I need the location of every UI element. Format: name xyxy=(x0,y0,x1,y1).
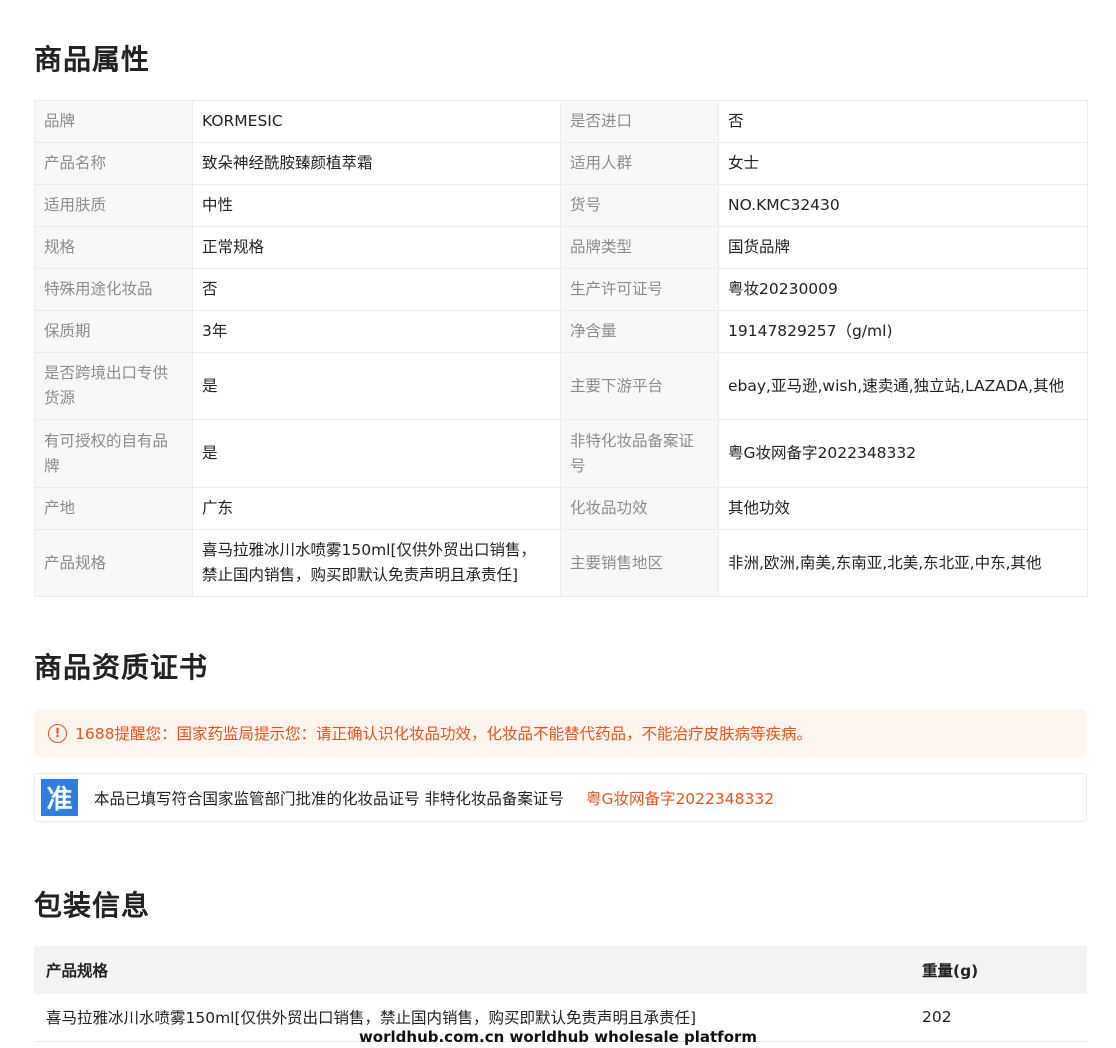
certificate-number: 粤G妆网备字2022348332 xyxy=(585,789,775,808)
attr-label: 保质期 xyxy=(34,310,193,353)
attr-value: 粤妆20230009 xyxy=(718,268,1088,311)
packaging-header-row: 产品规格 重量(g) xyxy=(34,946,1087,994)
table-row: 产品规格 喜马拉雅冰川水喷雾150ml[仅供外贸出口销售，禁止国内销售，购买即默认… xyxy=(34,529,1088,597)
attr-label: 主要销售地区 xyxy=(560,529,719,597)
attributes-section-title: 商品属性 xyxy=(34,43,151,76)
attr-value: 女士 xyxy=(718,142,1088,185)
attr-value: 中性 xyxy=(192,184,561,227)
attr-value: 致朵神经酰胺臻颜植萃霜 xyxy=(192,142,561,185)
attr-value: 广东 xyxy=(192,487,561,530)
notice-text: 1688提醒您：国家药监局提示您：请正确认识化妆品功效，化妆品不能替代药品，不能… xyxy=(75,725,812,743)
attr-label: 品牌类型 xyxy=(560,226,719,269)
regulatory-notice: ! 1688提醒您：国家药监局提示您：请正确认识化妆品功效，化妆品不能替代药品，… xyxy=(34,709,1087,757)
attr-label: 化妆品功效 xyxy=(560,487,719,530)
attr-label: 产地 xyxy=(34,487,193,530)
attr-label: 是否进口 xyxy=(560,100,719,143)
attr-value: 正常规格 xyxy=(192,226,561,269)
attr-value: NO.KMC32430 xyxy=(718,184,1088,227)
attr-value: 否 xyxy=(718,100,1088,143)
table-row: 是否跨境出口专供货源是主要下游平台 ebay,亚马逊,wish,速卖通,独立站,L… xyxy=(34,352,1088,420)
attr-value: 是 xyxy=(192,352,561,420)
table-row: 产地 广东 化妆品功效 其他功效 xyxy=(34,487,1088,530)
attr-value: 喜马拉雅冰川水喷雾150ml[仅供外贸出口销售，禁止国内销售，购买即默认免责声明… xyxy=(192,529,561,597)
watermark-text: worldhub.com.cn worldhub wholesale platf… xyxy=(358,1028,758,1046)
attr-label: 适用人群 xyxy=(560,142,719,185)
attr-label: 货号 xyxy=(560,184,719,227)
table-row: 规格 正常规格 品牌类型 国货品牌 xyxy=(34,226,1088,269)
packaging-section-title: 包装信息 xyxy=(34,889,151,922)
attr-value: 国货品牌 xyxy=(718,226,1088,269)
attr-value: KORMESIC xyxy=(192,100,561,143)
attr-label: 适用肤质 xyxy=(34,184,193,227)
attr-label: 特殊用途化妆品 xyxy=(34,268,193,311)
table-row: 保质期 3年 净含量 19147829257（g/ml) xyxy=(34,310,1088,353)
attr-value: 19147829257（g/ml) xyxy=(718,310,1088,353)
attr-label: 是否跨境出口专供货源 xyxy=(34,352,193,420)
attr-label: 规格 xyxy=(34,226,193,269)
table-row: 品牌 KORMESIC 是否进口否 xyxy=(34,100,1088,143)
attr-label: 产品规格 xyxy=(34,529,193,597)
attr-value: 非洲,欧洲,南美,东南亚,北美,东北亚,中东,其他 xyxy=(718,529,1088,597)
attr-value: 否 xyxy=(192,268,561,311)
attr-label: 有可授权的自有品牌 xyxy=(34,419,193,488)
attr-value: 其他功效 xyxy=(718,487,1088,530)
attr-value: 是 xyxy=(192,419,561,488)
exclamation-circle-icon: ! xyxy=(48,723,67,743)
attr-label: 净含量 xyxy=(560,310,719,353)
packaging-header-spec: 产品规格 xyxy=(34,946,910,994)
approval-badge-icon: 准 xyxy=(41,779,78,816)
attributes-table: 品牌 KORMESIC 是否进口否产品名称 致朵神经酰胺臻颜植萃霜 适用人群 女士 适用肤质… xyxy=(34,100,1088,597)
table-row: 适用肤质 中性 货号 NO.KMC32430 xyxy=(34,184,1088,227)
certificate-box: 准 本品已填写符合国家监管部门批准的化妆品证号 非特化妆品备案证号 粤G妆网备字… xyxy=(34,773,1087,822)
packaging-header-weight: 重量(g) xyxy=(910,946,1087,994)
attr-value: 粤G妆网备字2022348332 xyxy=(718,419,1088,488)
certificate-text: 本品已填写符合国家监管部门批准的化妆品证号 非特化妆品备案证号 xyxy=(94,789,564,808)
attr-label: 主要下游平台 xyxy=(560,352,719,420)
table-row: 特殊用途化妆品否生产许可证号 粤妆20230009 xyxy=(34,268,1088,311)
table-row: 产品名称 致朵神经酰胺臻颜植萃霜 适用人群 女士 xyxy=(34,142,1088,185)
attr-label: 生产许可证号 xyxy=(560,268,719,311)
certificate-section-title: 商品资质证书 xyxy=(34,651,209,684)
attr-value: ebay,亚马逊,wish,速卖通,独立站,LAZADA,其他 xyxy=(718,352,1088,420)
attr-label: 品牌 xyxy=(34,100,193,143)
attr-label: 产品名称 xyxy=(34,142,193,185)
table-row: 有可授权的自有品牌是非特化妆品备案证号 粤G妆网备字2022348332 xyxy=(34,419,1088,488)
attr-label: 非特化妆品备案证号 xyxy=(560,419,719,488)
attr-value: 3年 xyxy=(192,310,561,353)
